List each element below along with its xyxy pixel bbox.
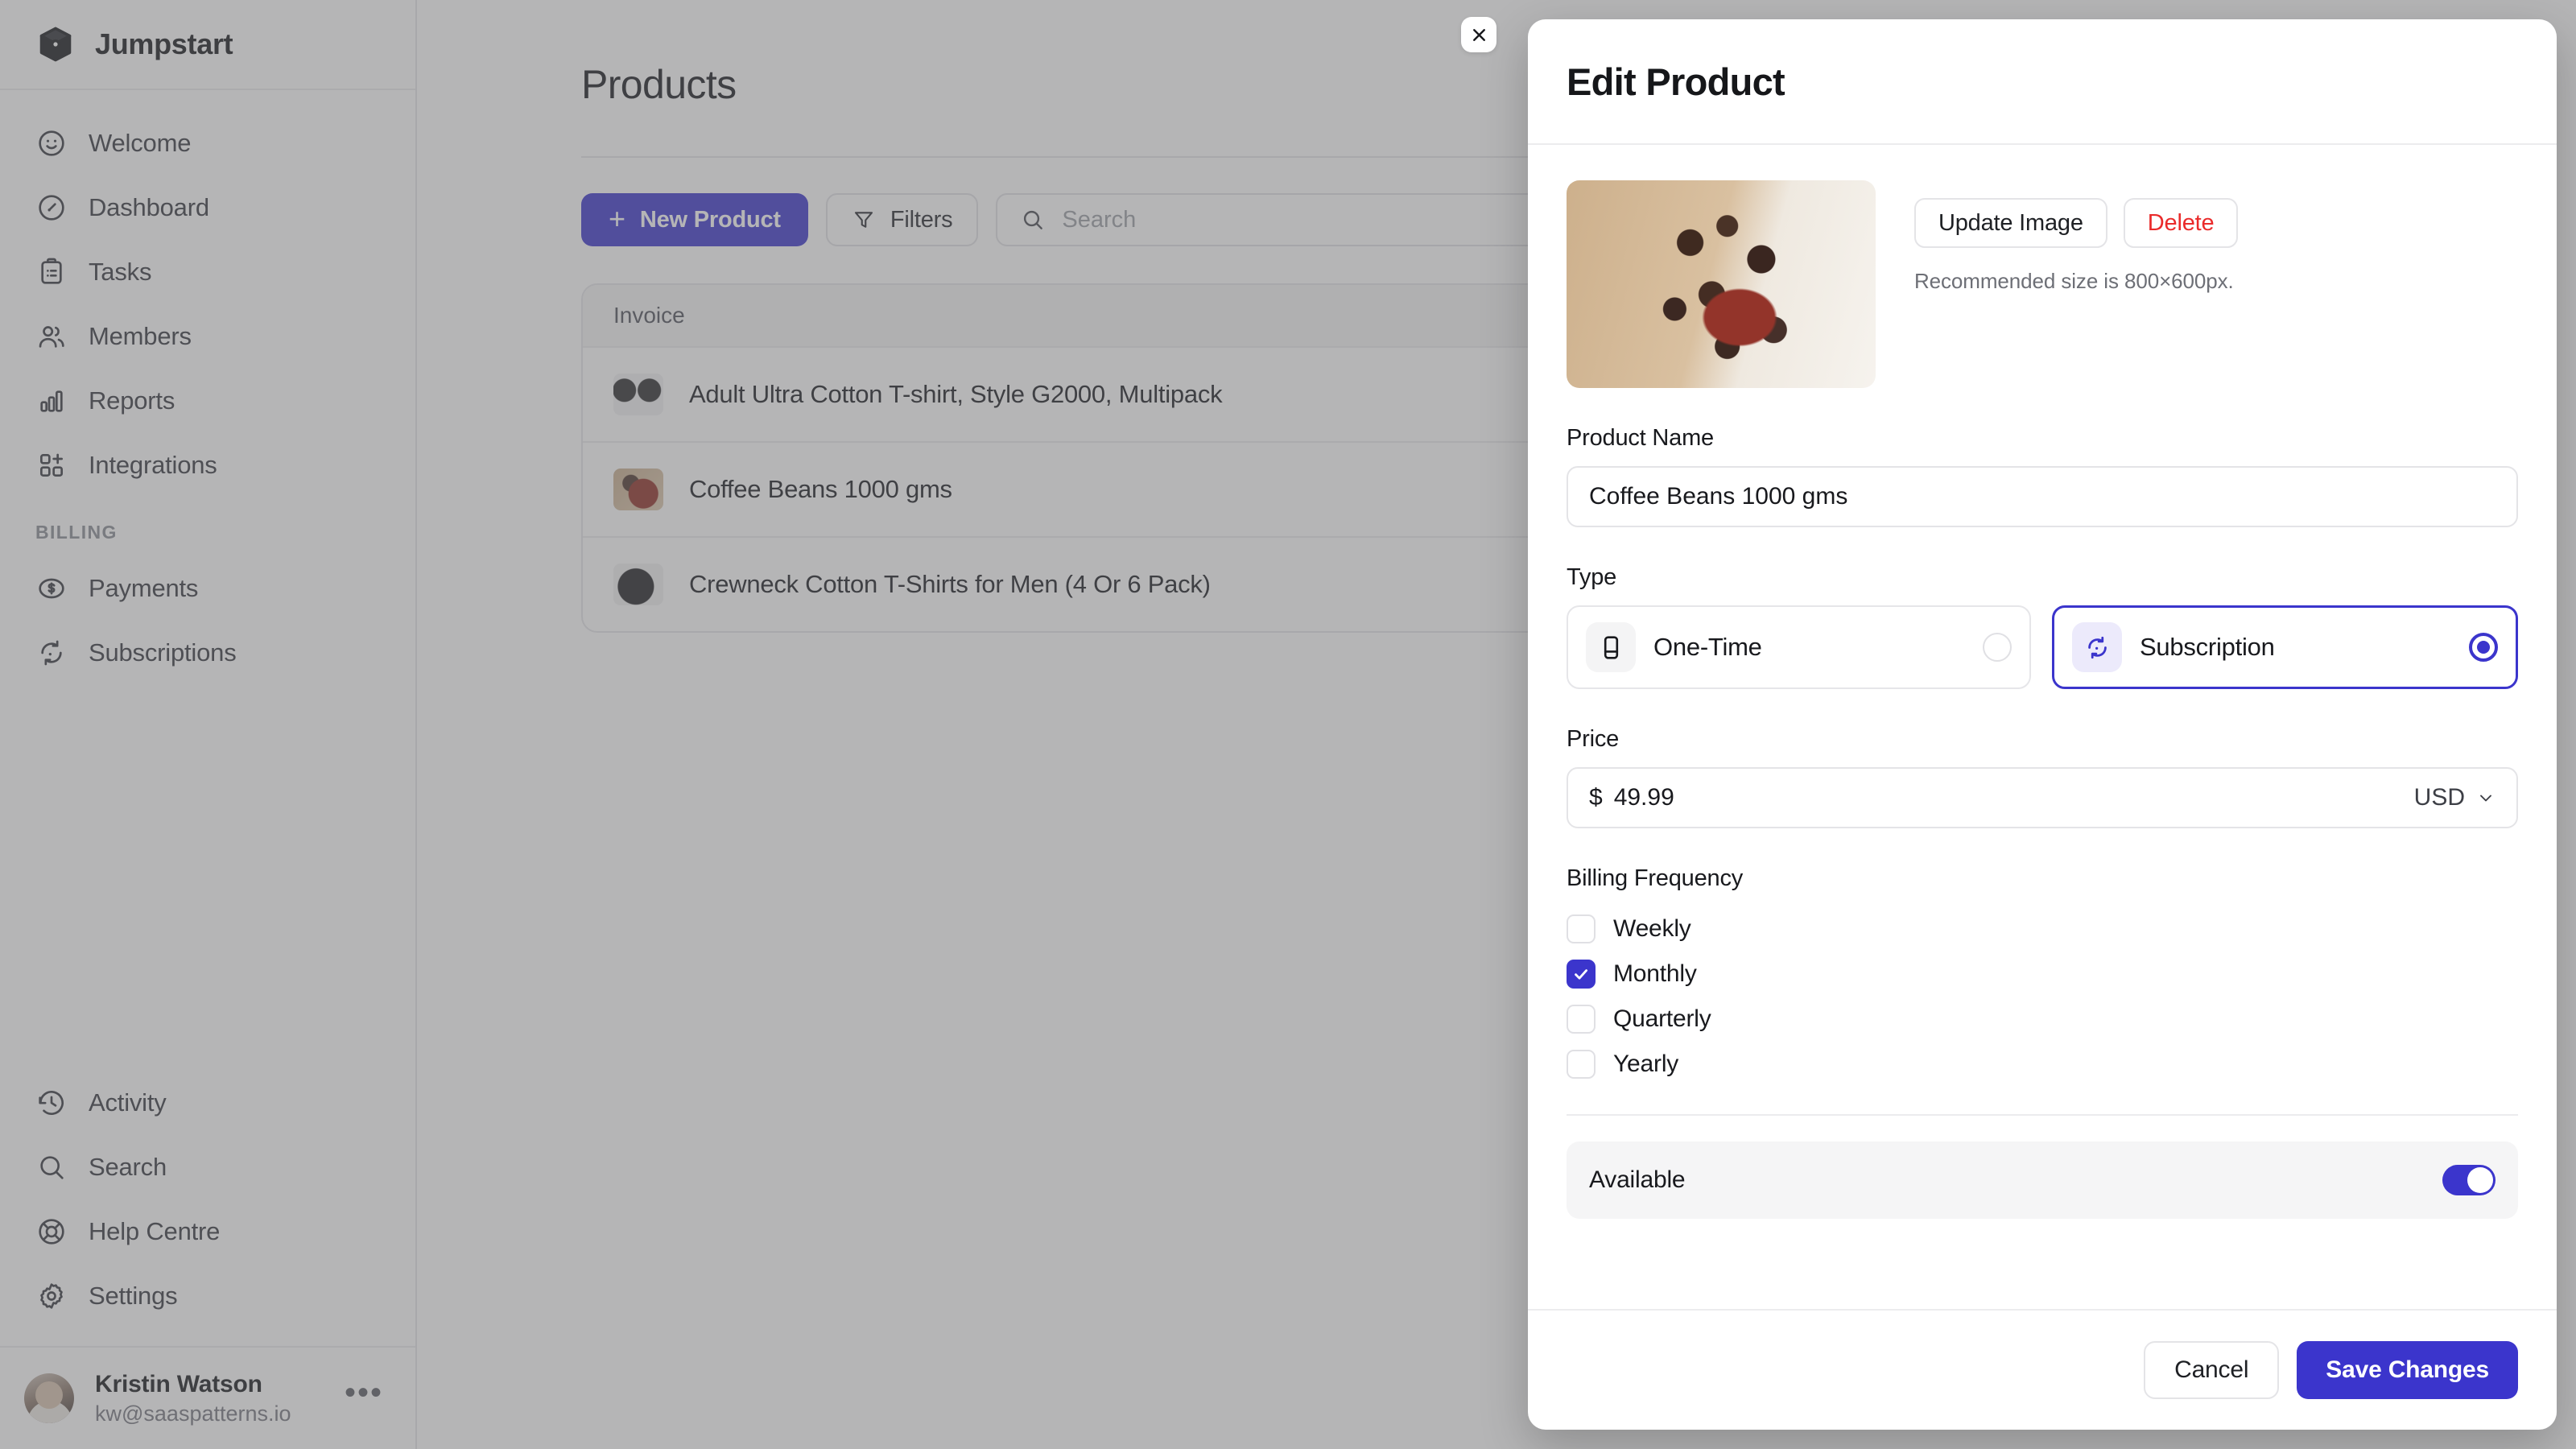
checkbox-quarterly[interactable]	[1567, 1005, 1596, 1034]
checkbox-row-quarterly[interactable]: Quarterly	[1567, 997, 2518, 1042]
divider	[1567, 1114, 2518, 1116]
checkbox-label: Weekly	[1613, 915, 1691, 942]
update-image-button[interactable]: Update Image	[1914, 198, 2107, 248]
image-size-hint: Recommended size is 800×600px.	[1914, 269, 2234, 293]
product-type-field: Type One-Time Subscription	[1567, 564, 2518, 689]
product-image-preview	[1567, 180, 1876, 388]
close-icon	[1469, 25, 1489, 45]
type-option-subscription[interactable]: Subscription	[2052, 605, 2518, 689]
checkbox-monthly[interactable]	[1567, 960, 1596, 989]
check-icon	[1571, 964, 1591, 984]
image-actions: Update Image Delete Recommended size is …	[1914, 180, 2239, 294]
billing-frequency-label: Billing Frequency	[1567, 865, 1744, 891]
refresh-icon	[2072, 622, 2122, 672]
checkbox-weekly[interactable]	[1567, 914, 1596, 943]
type-radio-one-time[interactable]	[1983, 633, 2012, 662]
product-image-row: Update Image Delete Recommended size is …	[1567, 180, 2518, 388]
chevron-down-icon	[2476, 788, 2496, 807]
close-modal-button[interactable]	[1461, 17, 1496, 52]
currency-symbol: $	[1589, 784, 1603, 811]
billing-frequency-field: Billing Frequency Weekly Monthly Quarter…	[1567, 865, 2518, 1087]
edit-product-modal: Edit Product Update Image Delete Recomme…	[1528, 19, 2557, 1430]
save-changes-button[interactable]: Save Changes	[2297, 1341, 2518, 1399]
checkbox-label: Monthly	[1613, 960, 1697, 987]
checkbox-label: Quarterly	[1613, 1005, 1711, 1032]
toggle-knob	[2467, 1167, 2493, 1193]
availability-label: Available	[1589, 1166, 1686, 1193]
checkbox-row-weekly[interactable]: Weekly	[1567, 906, 2518, 952]
price-field: Price $ USD	[1567, 726, 2518, 828]
product-name-field: Product Name	[1567, 425, 2518, 527]
checkbox-row-yearly[interactable]: Yearly	[1567, 1042, 2518, 1087]
availability-toggle[interactable]	[2442, 1165, 2496, 1195]
modal-header: Edit Product	[1528, 19, 2557, 145]
checkbox-label: Yearly	[1613, 1051, 1679, 1077]
product-type-options: One-Time Subscription	[1567, 605, 2518, 689]
type-option-label: Subscription	[2140, 633, 2275, 661]
delete-image-button[interactable]: Delete	[2123, 198, 2239, 248]
type-option-one-time[interactable]: One-Time	[1567, 605, 2031, 689]
modal-title: Edit Product	[1567, 60, 1785, 103]
price-label: Price	[1567, 726, 1620, 752]
price-input-wrapper: $ USD	[1567, 767, 2518, 828]
checkbox-yearly[interactable]	[1567, 1050, 1596, 1079]
type-radio-subscription[interactable]	[2469, 633, 2498, 662]
card-icon	[1586, 622, 1636, 672]
modal-body: Update Image Delete Recommended size is …	[1528, 145, 2557, 1309]
currency-value: USD	[2413, 784, 2465, 811]
product-name-label: Product Name	[1567, 425, 1714, 451]
cancel-button[interactable]: Cancel	[2144, 1341, 2280, 1399]
checkbox-row-monthly[interactable]: Monthly	[1567, 952, 2518, 997]
currency-select[interactable]: USD	[2414, 784, 2496, 811]
image-button-row: Update Image Delete	[1914, 198, 2239, 248]
price-input[interactable]	[1613, 784, 2414, 811]
modal-footer: Cancel Save Changes	[1528, 1309, 2557, 1430]
availability-row: Available	[1567, 1141, 2518, 1219]
product-name-input[interactable]	[1567, 466, 2518, 527]
product-type-label: Type	[1567, 564, 1617, 590]
type-option-label: One-Time	[1653, 633, 1762, 661]
billing-frequency-options: Weekly Monthly Quarterly Yearly	[1567, 906, 2518, 1087]
